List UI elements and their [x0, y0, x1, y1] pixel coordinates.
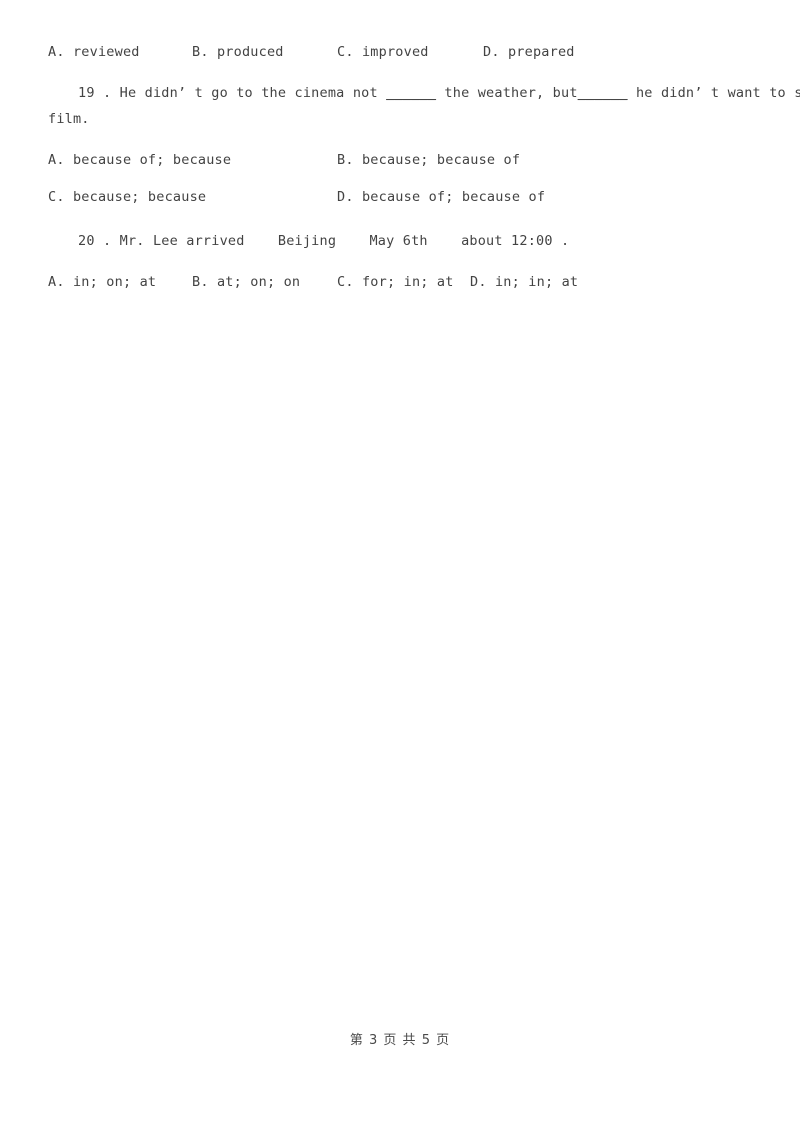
q19-stem-line-1: 19 . He didn’ t go to the cinema not ___… [48, 85, 800, 102]
q19-blank-1[interactable]: ______ [386, 85, 436, 101]
q20-option-a[interactable]: A. in; on; at [48, 274, 156, 291]
q19-stem-post: he didn’ t want to see the [635, 85, 800, 101]
q18-option-d[interactable]: D. prepared [483, 44, 575, 61]
q19-stem-pre: 19 . He didn’ t go to the cinema not [78, 85, 387, 101]
q20-options-row: A. in; on; at B. at; on; on C. for; in; … [48, 274, 760, 291]
q19-blank-2[interactable]: ______ [578, 85, 628, 101]
q19-option-d[interactable]: D. because of; because of [337, 189, 545, 206]
q19-stem-line-2: film. [48, 111, 90, 127]
page-footer: 第 3 页 共 5 页 [349, 1033, 451, 1048]
q18-option-b[interactable]: B. produced [192, 44, 284, 61]
q20-option-c[interactable]: C. for; in; at [337, 274, 454, 291]
q19-stem-mid: the weather, but [436, 85, 578, 101]
page-content: A. reviewed B. produced C. improved D. p… [48, 44, 800, 291]
q20-stem: 20 . Mr. Lee arrived Beijing May 6th abo… [78, 233, 570, 249]
q18-options-row: A. reviewed B. produced C. improved D. p… [48, 44, 760, 61]
q20-option-d[interactable]: D. in; in; at [470, 274, 578, 291]
document-page: A. reviewed B. produced C. improved D. p… [0, 0, 800, 1132]
q19-options-row-2: C. because; because D. because of; becau… [48, 189, 760, 206]
q18-option-a[interactable]: A. reviewed [48, 44, 140, 61]
q20-option-b[interactable]: B. at; on; on [192, 274, 300, 291]
q19-option-c[interactable]: C. because; because [48, 189, 206, 206]
q19-options-row-1: A. because of; because B. because; becau… [48, 152, 760, 169]
q19-option-a[interactable]: A. because of; because [48, 152, 231, 169]
q19-option-b[interactable]: B. because; because of [337, 152, 520, 169]
q18-option-c[interactable]: C. improved [337, 44, 429, 61]
